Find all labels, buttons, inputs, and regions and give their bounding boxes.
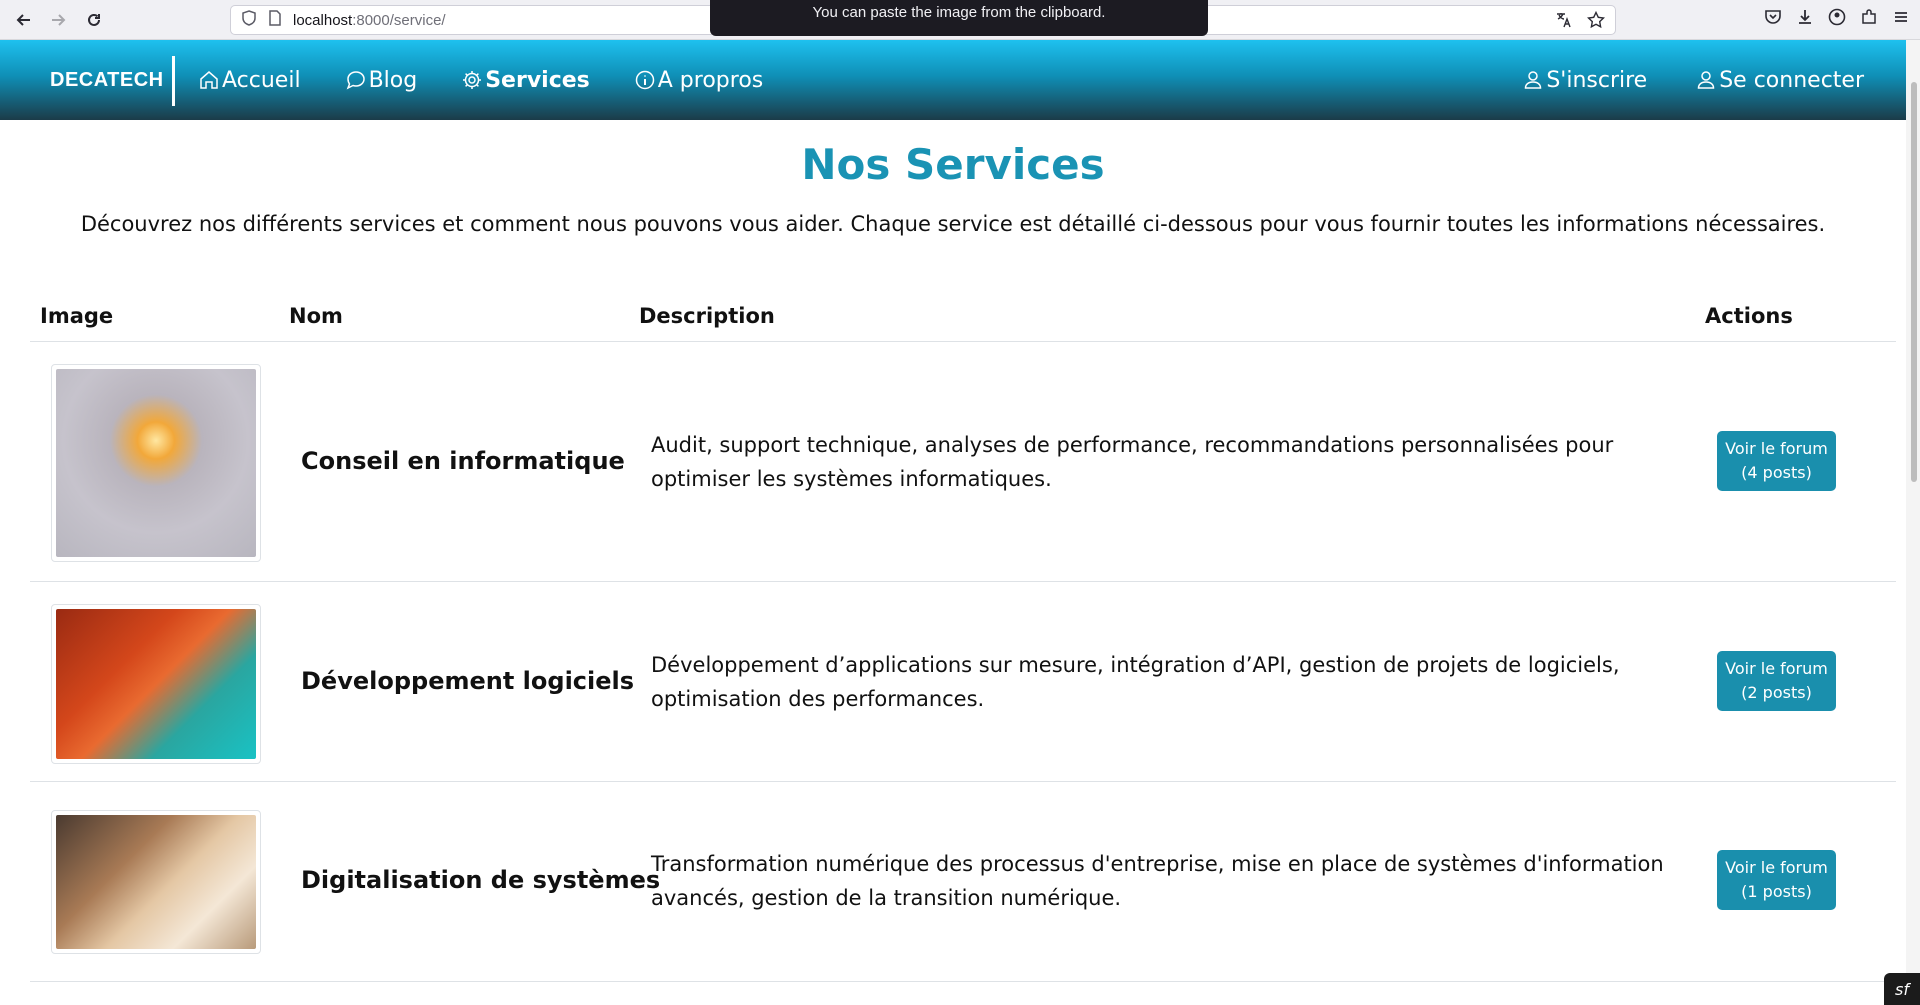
service-name: Digitalisation de systèmes [301, 866, 661, 894]
scrollbar-thumb[interactable] [1911, 82, 1917, 482]
translate-icon[interactable] [1555, 11, 1573, 33]
pocket-icon[interactable] [1764, 8, 1782, 30]
browser-toolbar: localhost:8000/service/ You can paste th… [0, 0, 1920, 40]
nav-link-services[interactable]: Services [461, 68, 590, 93]
digitalisation-image [56, 815, 256, 949]
service-description: Transformation numérique des processus d… [651, 852, 1664, 910]
nav-link-connecter[interactable]: Se connecter [1695, 68, 1864, 93]
bookmark-star-icon[interactable] [1586, 10, 1606, 33]
home-icon [198, 69, 220, 91]
nav-label-blog: Blog [368, 67, 418, 93]
nav-label-connecter: Se connecter [1719, 67, 1864, 93]
page-icon[interactable] [267, 10, 283, 30]
brand-divider [172, 56, 175, 106]
service-description: Développement d’applications sur mesure,… [651, 653, 1620, 711]
info-icon [634, 69, 656, 91]
page-intro: Découvrez nos différents services et com… [80, 212, 1826, 236]
button-count: (1 posts) [1741, 882, 1812, 901]
reload-icon[interactable] [82, 8, 106, 32]
main-nav: Accueil Blog Services A propros [198, 40, 763, 120]
toast-text: You can paste the image from the clipboa… [812, 3, 1106, 21]
back-icon[interactable] [12, 8, 36, 32]
nav-link-accueil[interactable]: Accueil [198, 68, 301, 93]
nav-label-services: Services [485, 67, 590, 93]
view-forum-button[interactable]: Voir le forum (2 posts) [1717, 651, 1836, 711]
development-image [56, 609, 256, 759]
brand-logo[interactable]: DECATECH [50, 40, 180, 120]
auth-nav: S'inscrire Se connecter [1522, 40, 1864, 120]
table-row: Développement logiciels Développement d’… [30, 582, 1896, 782]
header-description: Description [639, 304, 775, 328]
menu-icon[interactable] [1892, 8, 1910, 30]
forward-icon[interactable] [46, 8, 70, 32]
user-icon [1522, 69, 1544, 91]
nav-label-inscrire: S'inscrire [1546, 67, 1648, 93]
nav-label-accueil: Accueil [222, 67, 301, 93]
page-scrollbar[interactable] [1906, 40, 1920, 1005]
clipboard-toast: You can paste the image from the clipboa… [710, 0, 1208, 36]
service-name: Conseil en informatique [301, 447, 625, 475]
site-navbar: DECATECH Accueil Blog Services A propros [0, 40, 1920, 120]
button-count: (2 posts) [1741, 683, 1812, 702]
download-icon[interactable] [1796, 8, 1814, 30]
services-table: Image Nom Description Actions Conseil en… [30, 292, 1896, 982]
nav-link-inscrire[interactable]: S'inscrire [1522, 68, 1647, 93]
shield-icon[interactable] [241, 10, 257, 30]
button-label: Voir le forum [1725, 858, 1828, 877]
gear-icon [461, 69, 483, 91]
nav-label-apropos: A propros [657, 67, 764, 93]
nav-link-blog[interactable]: Blog [345, 67, 418, 93]
service-image [51, 604, 261, 764]
button-count: (4 posts) [1741, 463, 1812, 482]
toolbar-right [1764, 8, 1910, 30]
url-host: localhost [293, 11, 353, 29]
service-image [51, 810, 261, 954]
page-title: Nos Services [801, 140, 1105, 189]
service-name: Développement logiciels [301, 667, 635, 695]
user-icon [1695, 69, 1717, 91]
header-image: Image [40, 304, 114, 328]
view-forum-button[interactable]: Voir le forum (4 posts) [1717, 431, 1836, 491]
account-icon[interactable] [1828, 8, 1846, 30]
header-actions: Actions [1705, 304, 1793, 328]
table-row: Conseil en informatique Audit, support t… [30, 342, 1896, 582]
symfony-toolbar-icon[interactable]: sf [1884, 973, 1920, 1005]
chat-icon [345, 69, 367, 91]
view-forum-button[interactable]: Voir le forum (1 posts) [1717, 850, 1836, 910]
button-label: Voir le forum [1725, 439, 1828, 458]
extensions-icon[interactable] [1860, 8, 1878, 30]
url-path: :8000/service/ [352, 11, 446, 29]
service-description: Audit, support technique, analyses de pe… [651, 433, 1614, 491]
table-row: Digitalisation de systèmes Transformatio… [30, 782, 1896, 982]
button-label: Voir le forum [1725, 659, 1828, 678]
header-nom: Nom [289, 304, 343, 328]
table-header: Image Nom Description Actions [30, 292, 1896, 342]
lightbulb-image [56, 369, 256, 557]
service-image [51, 364, 261, 562]
nav-link-apropos[interactable]: A propros [634, 68, 763, 93]
